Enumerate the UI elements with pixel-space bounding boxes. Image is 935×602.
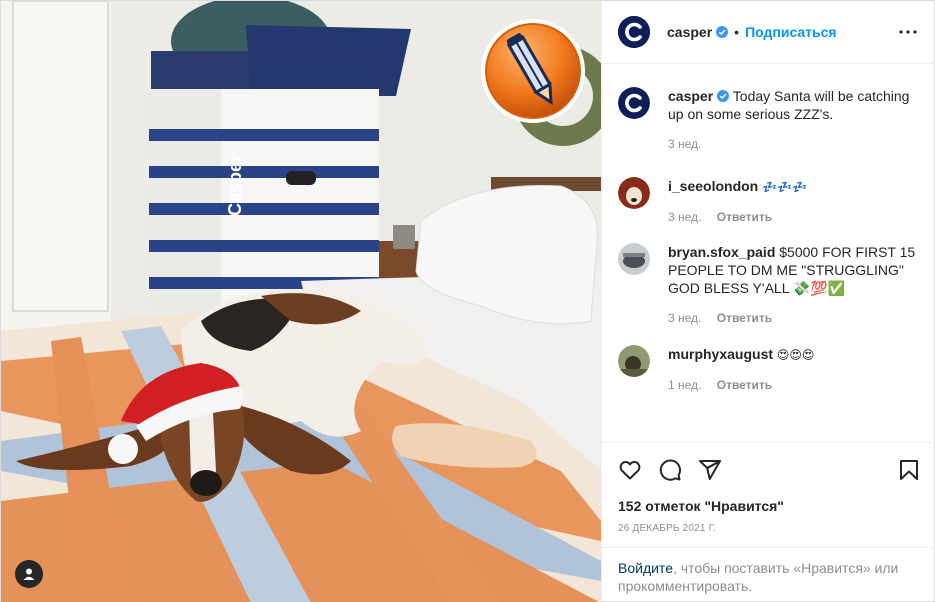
- action-bar: [618, 443, 921, 497]
- comments-list[interactable]: casper Today Santa will be catching up o…: [602, 65, 935, 442]
- bookmark-icon[interactable]: [897, 458, 921, 482]
- author-username[interactable]: casper: [667, 24, 712, 40]
- comment-username[interactable]: murphyxaugust: [668, 346, 773, 362]
- comment-meta: 1 нед. Ответить: [668, 378, 814, 392]
- comment-body: i_seeolondon 💤💤💤 3 нед. Ответить: [668, 177, 807, 224]
- comment-username[interactable]: bryan.sfox_paid: [668, 244, 775, 260]
- comment-item: i_seeolondon 💤💤💤 3 нед. Ответить: [618, 177, 921, 224]
- comment-item: bryan.sfox_paid $5000 FOR FIRST 15 PEOPL…: [618, 243, 921, 325]
- separator-dot: •: [734, 24, 740, 40]
- comment-username[interactable]: i_seeolondon: [668, 178, 758, 194]
- comment-time[interactable]: 3 нед.: [668, 311, 701, 325]
- box-brand-text: Casper: [225, 155, 245, 216]
- user-avatar-icon: [618, 177, 650, 209]
- avatar[interactable]: [618, 345, 650, 377]
- likes-count[interactable]: 152 отметок "Нравится": [618, 497, 921, 515]
- heart-icon[interactable]: [618, 458, 642, 482]
- comment-time[interactable]: 1 нед.: [668, 378, 701, 392]
- comment-time[interactable]: 3 нед.: [668, 210, 701, 224]
- comment-icon[interactable]: [658, 458, 682, 482]
- caption-body: casper Today Santa will be catching up o…: [668, 87, 921, 151]
- comment-body: murphyxaugust 😍😍😍 1 нед. Ответить: [668, 345, 814, 392]
- reply-button[interactable]: Ответить: [717, 210, 772, 224]
- more-icon[interactable]: [896, 20, 920, 44]
- user-tag-icon[interactable]: [15, 560, 43, 588]
- post-date[interactable]: 26 ДЕКАБРЬ 2021 Г.: [618, 523, 921, 534]
- post-actions: 152 отметок "Нравится" 26 ДЕКАБРЬ 2021 Г…: [602, 442, 935, 534]
- verified-icon: [716, 26, 729, 38]
- caption-meta: 3 нед.: [668, 137, 921, 151]
- avatar[interactable]: [618, 16, 650, 48]
- avatar[interactable]: [618, 243, 650, 275]
- login-link[interactable]: Войдите: [618, 560, 673, 576]
- avatar[interactable]: [618, 87, 650, 119]
- reply-button[interactable]: Ответить: [717, 311, 772, 325]
- comment-text: 💤💤💤: [762, 180, 807, 194]
- user-avatar-icon: [618, 243, 650, 275]
- comment-meta: 3 нед. Ответить: [668, 210, 807, 224]
- caption-time[interactable]: 3 нед.: [668, 137, 701, 151]
- casper-logo-icon: [618, 87, 650, 119]
- share-icon[interactable]: [698, 458, 722, 482]
- comment-item: murphyxaugust 😍😍😍 1 нед. Ответить: [618, 345, 921, 392]
- caption-username[interactable]: casper: [668, 88, 713, 104]
- post-caption: casper Today Santa will be catching up o…: [618, 87, 921, 151]
- post-header: casper • Подписаться: [602, 1, 935, 64]
- post-photo[interactable]: Casper: [1, 1, 601, 602]
- login-prompt: Войдите, чтобы поставить «Нравится» или …: [602, 547, 935, 595]
- avatar[interactable]: [618, 177, 650, 209]
- verified-icon: [717, 90, 730, 102]
- comment-meta: 3 нед. Ответить: [668, 311, 921, 325]
- follow-button[interactable]: Подписаться: [745, 24, 837, 40]
- casper-logo-icon: [618, 16, 650, 48]
- reply-button[interactable]: Ответить: [717, 378, 772, 392]
- comment-body: bryan.sfox_paid $5000 FOR FIRST 15 PEOPL…: [668, 243, 921, 325]
- pencil-edit-icon[interactable]: [479, 17, 587, 125]
- user-avatar-icon: [618, 345, 650, 377]
- comment-text: 😍😍😍: [776, 348, 815, 362]
- post-side-panel: casper • Подписаться casper Today Santa …: [601, 1, 935, 602]
- post-modal: Casper casper • Подписаться casper Today…: [0, 0, 935, 602]
